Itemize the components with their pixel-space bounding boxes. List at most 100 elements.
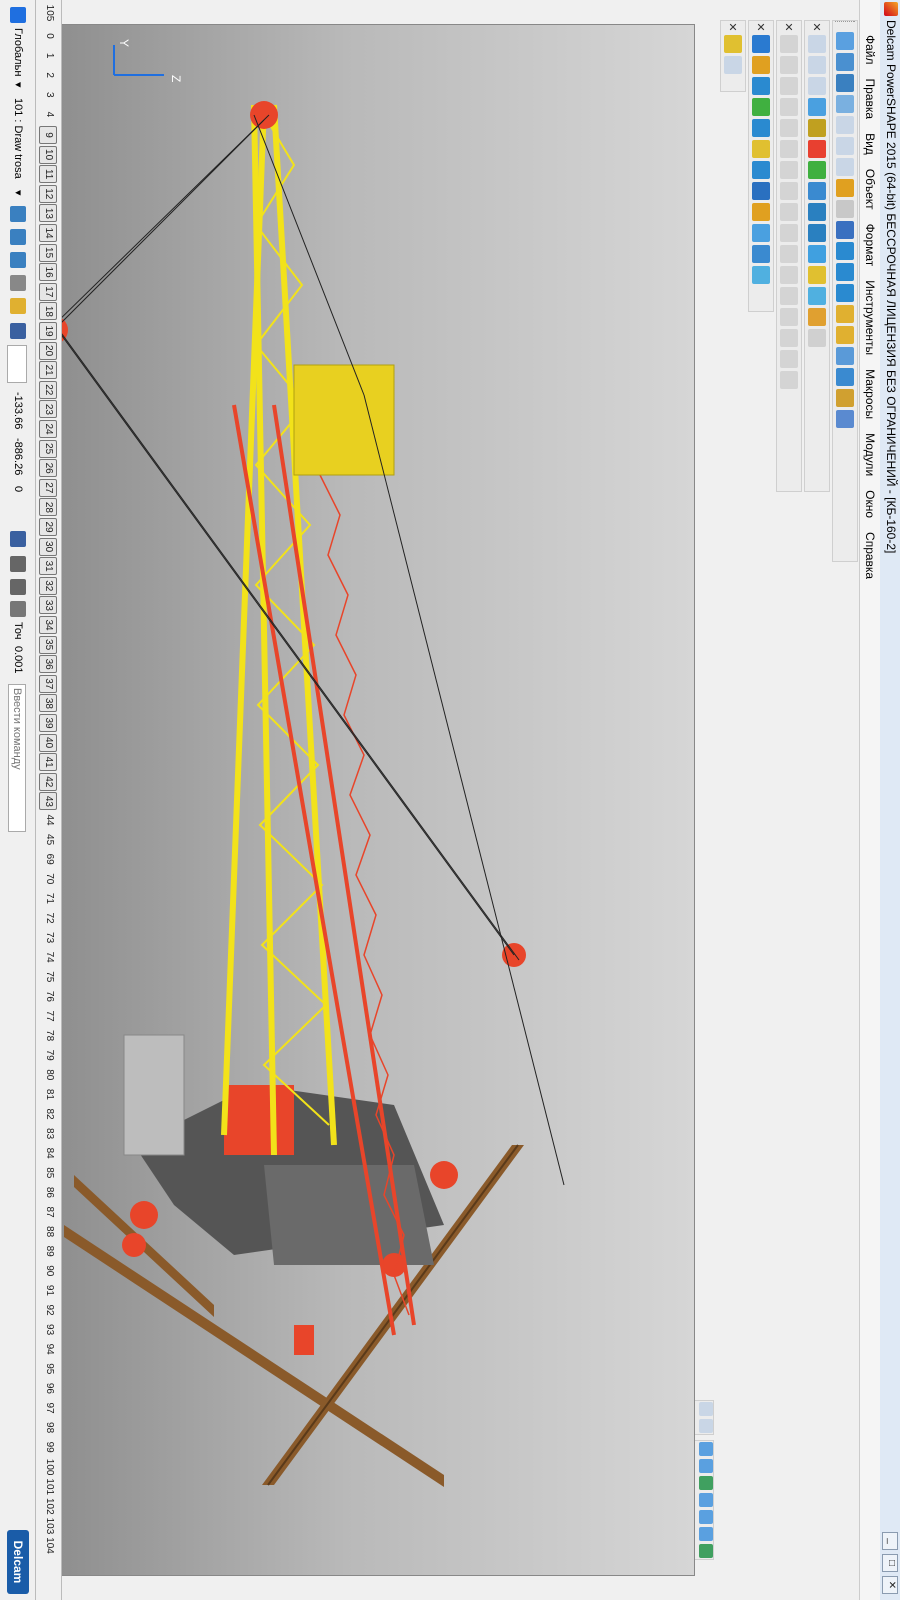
level-button[interactable]: 95 [41, 1361, 57, 1377]
level-button[interactable]: 19 [39, 322, 57, 340]
level-button[interactable]: 31 [39, 557, 57, 576]
level-button[interactable]: 4 [41, 106, 57, 122]
menu-view[interactable]: Вид [863, 126, 877, 162]
menu-tools[interactable]: Инструменты [863, 273, 877, 362]
solid-icon[interactable] [836, 368, 854, 386]
assembly-icon[interactable] [836, 389, 854, 407]
shade-mode-icon[interactable] [699, 1419, 713, 1433]
tool-g-icon[interactable] [752, 161, 770, 179]
level-button[interactable]: 0 [41, 28, 57, 44]
material-icon[interactable] [10, 229, 26, 245]
trim-icon[interactable] [780, 140, 798, 158]
level-button[interactable]: 73 [41, 930, 57, 946]
scale-icon[interactable] [780, 98, 798, 116]
revolve-icon[interactable] [780, 224, 798, 242]
fillet-icon[interactable] [780, 182, 798, 200]
copy-object-icon[interactable] [780, 56, 798, 74]
level-button[interactable]: 33 [39, 596, 57, 615]
level-button[interactable]: 45 [41, 832, 57, 848]
level-button[interactable]: 86 [41, 1184, 57, 1200]
tool-a-icon[interactable] [752, 35, 770, 53]
workplane-dropdown-icon[interactable]: ▾ [9, 82, 27, 88]
shell-icon[interactable] [780, 287, 798, 305]
level-button[interactable]: 96 [41, 1380, 57, 1396]
restore-button[interactable]: □ [882, 1554, 898, 1572]
menu-edit[interactable]: Правка [863, 72, 877, 127]
tool-c-icon[interactable] [752, 77, 770, 95]
level-button[interactable]: 92 [41, 1302, 57, 1318]
view-iso1-icon[interactable] [699, 1442, 713, 1456]
save-icon[interactable] [836, 74, 854, 92]
boolean-icon[interactable] [780, 308, 798, 326]
open-model-icon[interactable] [836, 53, 854, 71]
level-button[interactable]: 97 [41, 1400, 57, 1416]
measure-icon[interactable] [808, 308, 826, 326]
lighting-icon[interactable] [808, 266, 826, 284]
level-button[interactable]: 91 [41, 1282, 57, 1298]
menu-format[interactable]: Формат [863, 217, 877, 274]
level-button[interactable]: 87 [41, 1204, 57, 1220]
level-button[interactable]: 83 [41, 1126, 57, 1142]
view-iso4-icon[interactable] [699, 1493, 713, 1507]
view-iso6-icon[interactable] [699, 1527, 713, 1541]
layer-icon[interactable] [10, 206, 26, 222]
tool-e-icon[interactable] [752, 119, 770, 137]
view-iso3-icon[interactable] [699, 1476, 713, 1490]
level-button[interactable]: 75 [41, 969, 57, 985]
close-icon[interactable]: ✕ [755, 21, 768, 33]
tool-b-icon[interactable] [752, 56, 770, 74]
level-button[interactable]: 44 [41, 812, 57, 828]
view-front-icon[interactable] [808, 35, 826, 53]
level-button[interactable]: 13 [39, 204, 57, 223]
undo-icon[interactable] [836, 179, 854, 197]
command-input[interactable] [8, 684, 26, 832]
level-button[interactable]: 43 [39, 792, 57, 811]
graphics-viewport[interactable]: Y Z [60, 24, 695, 1576]
iso-view-icon[interactable] [699, 1402, 713, 1416]
workplane-select[interactable]: Глобальн [9, 28, 27, 76]
extrude-icon[interactable] [780, 203, 798, 221]
workplane-icon[interactable] [836, 410, 854, 428]
level-button[interactable]: 11 [39, 165, 57, 184]
select-all-icon[interactable] [724, 56, 742, 74]
level-select[interactable]: 101 : Draw trosa [9, 98, 27, 179]
level-button[interactable]: 88 [41, 1224, 57, 1240]
level-button[interactable]: 10 [39, 145, 57, 164]
print-icon[interactable] [836, 95, 854, 113]
snap-value[interactable]: 0.001 [9, 646, 27, 674]
level-button[interactable]: 25 [39, 439, 57, 458]
level-button[interactable]: 70 [41, 871, 57, 887]
wireframe-icon[interactable] [808, 161, 826, 179]
workplane-icon[interactable] [10, 7, 26, 23]
grid-icon[interactable] [808, 329, 826, 347]
level-button[interactable]: 26 [39, 459, 57, 478]
view-iso5-icon[interactable] [699, 1510, 713, 1524]
close-icon[interactable]: ✕ [727, 21, 740, 33]
sweep-icon[interactable] [780, 245, 798, 263]
level-button[interactable]: 30 [39, 537, 57, 556]
menu-file[interactable]: Файл [863, 28, 877, 72]
menu-window[interactable]: Окно [863, 483, 877, 525]
mirror-icon[interactable] [780, 77, 798, 95]
paste-icon[interactable] [836, 158, 854, 176]
level-button[interactable]: 79 [41, 1047, 57, 1063]
level-button[interactable]: 69 [41, 851, 57, 867]
lights-icon[interactable] [10, 298, 26, 314]
level-button[interactable]: 76 [41, 988, 57, 1004]
level-button[interactable]: 39 [39, 714, 57, 732]
level-button[interactable]: 15 [39, 243, 57, 262]
level-button[interactable]: 40 [39, 733, 57, 752]
level-button[interactable]: 98 [41, 1420, 57, 1436]
units-icon[interactable] [10, 579, 26, 595]
offset-icon[interactable] [780, 119, 798, 137]
level-button[interactable]: 74 [41, 949, 57, 965]
level-button[interactable]: 24 [39, 420, 57, 438]
tool-h-icon[interactable] [752, 182, 770, 200]
tool-i-icon[interactable] [752, 203, 770, 221]
circle-icon[interactable] [836, 263, 854, 281]
calculator-icon[interactable] [10, 531, 26, 547]
level-button[interactable]: 28 [39, 498, 57, 517]
tool-d-icon[interactable] [752, 98, 770, 116]
level-button[interactable]: 22 [39, 380, 57, 399]
fit-icon[interactable] [808, 245, 826, 263]
